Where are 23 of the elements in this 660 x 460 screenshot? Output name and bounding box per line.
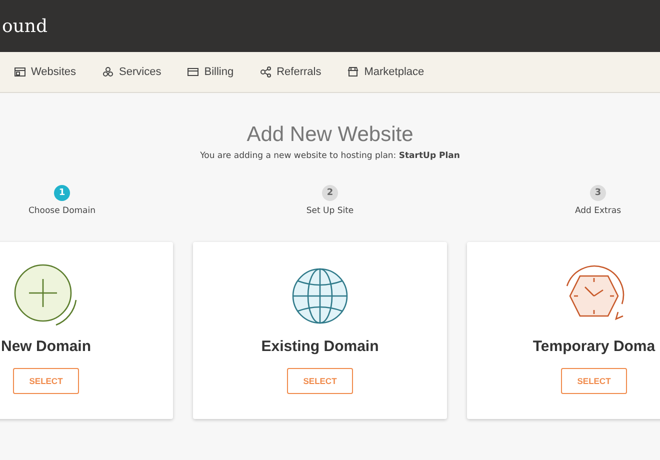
step-label: Set Up Site xyxy=(306,206,354,216)
nav-link[interactable]: Billing xyxy=(187,66,234,78)
step-label: Choose Domain xyxy=(28,206,96,216)
circles-icon xyxy=(102,66,114,78)
option-title: New Domain xyxy=(0,338,91,355)
step-number: 3 xyxy=(590,185,606,201)
plus-circle-icon xyxy=(14,264,78,328)
storefront-icon xyxy=(347,66,360,78)
share-icon xyxy=(260,66,272,78)
logo[interactable]: ound xyxy=(2,16,48,36)
browser-window-icon xyxy=(14,66,26,78)
nav-link[interactable]: Websites xyxy=(14,66,76,78)
page-title: Add New Website xyxy=(246,123,414,147)
credit-card-icon xyxy=(187,66,200,78)
page-subtitle: You are adding a new website to hosting plan: StartUp Plan xyxy=(199,151,461,161)
nav-link[interactable]: Referrals xyxy=(260,66,322,78)
step-number: 2 xyxy=(322,185,338,201)
step-label: Add Extras xyxy=(574,206,622,216)
nav-link[interactable]: Marketplace xyxy=(347,66,424,78)
option-title: Temporary Doma xyxy=(532,338,656,355)
option-title: Existing Domain xyxy=(261,338,379,355)
nav-link[interactable]: Services xyxy=(102,66,162,78)
step-number: 1 xyxy=(54,185,70,201)
